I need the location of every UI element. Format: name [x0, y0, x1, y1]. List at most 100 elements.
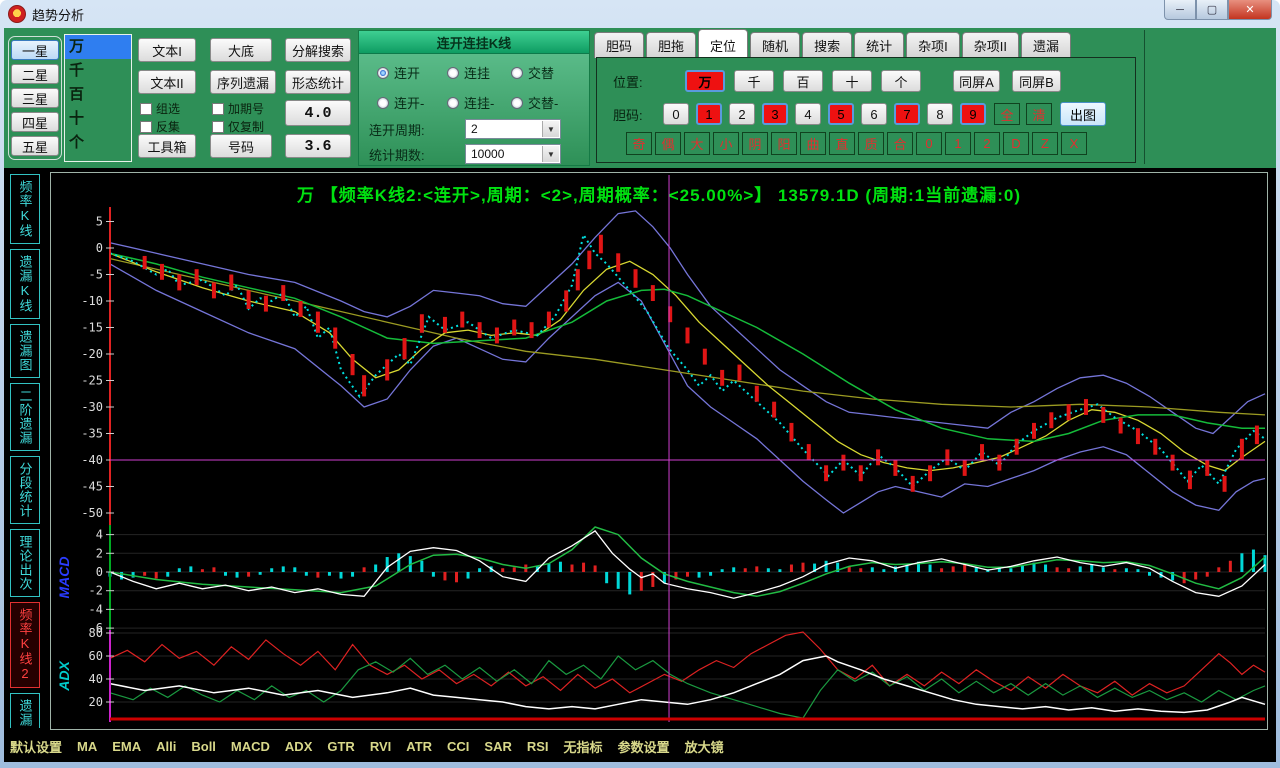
- indicator-item-无指标[interactable]: 无指标: [564, 737, 603, 756]
- star-button-二星[interactable]: 二星: [11, 64, 59, 84]
- same-screen-b-button[interactable]: 同屏B: [1012, 70, 1061, 92]
- attr-button-Z[interactable]: Z: [1032, 132, 1058, 155]
- minimize-button[interactable]: ─: [1164, 0, 1196, 20]
- star-button-三星[interactable]: 三星: [11, 88, 59, 108]
- radio-dot[interactable]: [447, 67, 459, 79]
- digit-button-7[interactable]: 7: [894, 103, 920, 125]
- checkbox-box[interactable]: [212, 121, 224, 133]
- clear-button[interactable]: 清: [1026, 103, 1052, 125]
- digit-button-2[interactable]: 2: [729, 103, 755, 125]
- radio-连挂-[interactable]: 连挂-: [447, 93, 494, 112]
- indicator-item-放大镜[interactable]: 放大镜: [685, 737, 724, 756]
- attr-button-X[interactable]: X: [1061, 132, 1087, 155]
- attr-button-合[interactable]: 合: [887, 132, 913, 155]
- digit-button-6[interactable]: 6: [861, 103, 887, 125]
- radio-dot[interactable]: [511, 67, 523, 79]
- count-dropdown[interactable]: 10000 ▼: [465, 144, 561, 164]
- indicator-item-Boll[interactable]: Boll: [191, 739, 216, 754]
- position-listbox[interactable]: 万千百十个: [64, 34, 132, 162]
- attr-button-2[interactable]: 2: [974, 132, 1000, 155]
- attr-button-D[interactable]: D: [1003, 132, 1029, 155]
- position-button-百[interactable]: 百: [783, 70, 823, 92]
- tab-杂项I[interactable]: 杂项I: [906, 32, 960, 58]
- checkbox-box[interactable]: [140, 121, 152, 133]
- checkbox-box[interactable]: [140, 103, 152, 115]
- dadi-button[interactable]: 大底: [210, 38, 272, 62]
- select-all-button[interactable]: 全: [994, 103, 1020, 125]
- radio-dot[interactable]: [447, 97, 459, 109]
- star-button-五星[interactable]: 五星: [11, 136, 59, 156]
- sidebar-item-频率K线[interactable]: 频率K线: [10, 174, 40, 244]
- digit-button-0[interactable]: 0: [663, 103, 689, 125]
- position-button-千[interactable]: 千: [734, 70, 774, 92]
- position-item-个[interactable]: 个: [65, 131, 131, 155]
- position-item-千[interactable]: 千: [65, 59, 131, 83]
- sidebar-item-理论出次[interactable]: 理论出次: [10, 529, 40, 597]
- position-button-万[interactable]: 万: [685, 70, 725, 92]
- sidebar-item-遗漏图[interactable]: 遗漏图: [10, 324, 40, 378]
- jiaqihao-checkbox[interactable]: 加期号: [212, 100, 264, 117]
- indicator-item-ADX[interactable]: ADX: [285, 739, 312, 754]
- star-button-一星[interactable]: 一星: [11, 40, 59, 60]
- title-bar[interactable]: 趋势分析 ─ ▢ ✕: [0, 0, 1280, 28]
- checkbox-box[interactable]: [212, 103, 224, 115]
- digit-button-9[interactable]: 9: [960, 103, 986, 125]
- radio-dot[interactable]: [377, 97, 389, 109]
- plot-button[interactable]: 出图: [1060, 102, 1106, 126]
- radio-连挂[interactable]: 连挂: [447, 63, 490, 82]
- star-button-四星[interactable]: 四星: [11, 112, 59, 132]
- digit-button-3[interactable]: 3: [762, 103, 788, 125]
- attr-button-质[interactable]: 质: [858, 132, 884, 155]
- indicator-item-Alli[interactable]: Alli: [156, 739, 176, 754]
- indicator-item-SAR[interactable]: SAR: [484, 739, 511, 754]
- attr-button-1[interactable]: 1: [945, 132, 971, 155]
- attr-button-大[interactable]: 大: [684, 132, 710, 155]
- tab-遗漏[interactable]: 遗漏: [1021, 32, 1071, 58]
- position-item-十[interactable]: 十: [65, 107, 131, 131]
- xingtai-stat-button[interactable]: 形态统计: [285, 70, 351, 94]
- attr-button-小[interactable]: 小: [713, 132, 739, 155]
- sidebar-item-遗漏K线2[interactable]: 遗漏K线2: [10, 693, 40, 728]
- radio-连开-[interactable]: 连开-: [377, 93, 424, 112]
- version-36-button[interactable]: 3.6: [285, 134, 351, 158]
- zuxuan-checkbox[interactable]: 组选: [140, 100, 180, 117]
- close-button[interactable]: ✕: [1228, 0, 1272, 20]
- radio-dot[interactable]: [511, 97, 523, 109]
- indicator-item-MA[interactable]: MA: [77, 739, 97, 754]
- attr-button-曲[interactable]: 曲: [800, 132, 826, 155]
- tab-随机[interactable]: 随机: [750, 32, 800, 58]
- sidebar-item-遗漏K线[interactable]: 遗漏K线: [10, 249, 40, 319]
- tab-胆拖[interactable]: 胆拖: [646, 32, 696, 58]
- indicator-item-EMA[interactable]: EMA: [112, 739, 141, 754]
- attr-button-阳[interactable]: 阳: [771, 132, 797, 155]
- attr-button-奇[interactable]: 奇: [626, 132, 652, 155]
- chevron-down-icon[interactable]: ▼: [542, 146, 559, 162]
- indicator-item-默认设置[interactable]: 默认设置: [10, 737, 62, 756]
- indicator-item-RSI[interactable]: RSI: [527, 739, 549, 754]
- attr-button-0[interactable]: 0: [916, 132, 942, 155]
- radio-dot[interactable]: [377, 67, 389, 79]
- chevron-down-icon[interactable]: ▼: [542, 121, 559, 137]
- version-40-button[interactable]: 4.0: [285, 100, 351, 126]
- position-item-万[interactable]: 万: [65, 35, 131, 59]
- period-dropdown[interactable]: 2 ▼: [465, 119, 561, 139]
- indicator-item-CCI[interactable]: CCI: [447, 739, 469, 754]
- tab-统计[interactable]: 统计: [854, 32, 904, 58]
- digit-button-1[interactable]: 1: [696, 103, 722, 125]
- attr-button-阴[interactable]: 阴: [742, 132, 768, 155]
- sidebar-item-分段统计[interactable]: 分段统计: [10, 456, 40, 524]
- indicator-item-RVI[interactable]: RVI: [370, 739, 391, 754]
- toolbox-button[interactable]: 工具箱: [138, 134, 196, 158]
- xulie-yilou-button[interactable]: 序列遗漏: [210, 70, 276, 94]
- indicator-item-MACD[interactable]: MACD: [231, 739, 270, 754]
- radio-交替-[interactable]: 交替-: [511, 93, 558, 112]
- tab-搜索[interactable]: 搜索: [802, 32, 852, 58]
- digit-button-5[interactable]: 5: [828, 103, 854, 125]
- text1-button[interactable]: 文本I: [138, 38, 196, 62]
- tab-杂项II[interactable]: 杂项II: [962, 32, 1019, 58]
- fanji-checkbox[interactable]: 反集: [140, 118, 180, 135]
- maximize-button[interactable]: ▢: [1196, 0, 1228, 20]
- digit-button-8[interactable]: 8: [927, 103, 953, 125]
- text2-button[interactable]: 文本II: [138, 70, 196, 94]
- position-button-个[interactable]: 个: [881, 70, 921, 92]
